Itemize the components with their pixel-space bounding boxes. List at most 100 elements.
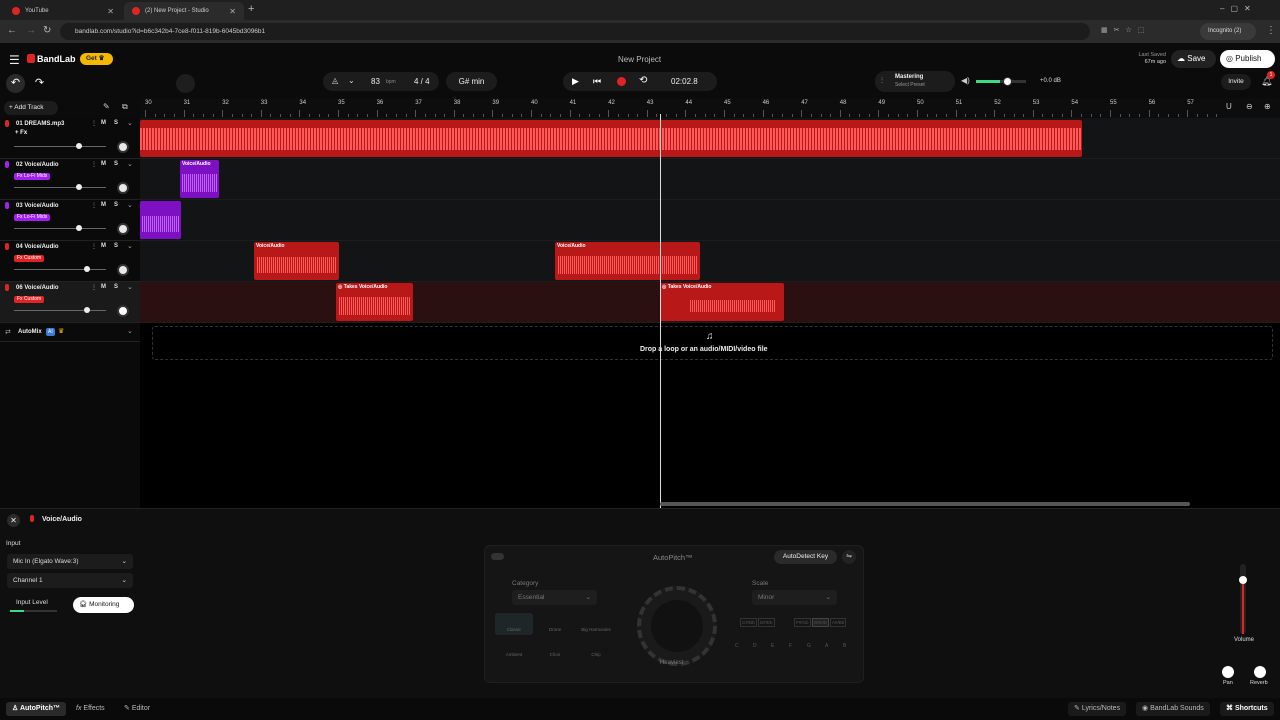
mute-button[interactable]: M xyxy=(101,243,106,249)
chevron-down-icon[interactable]: ⌄ xyxy=(127,242,133,250)
track-volume-knob[interactable] xyxy=(76,184,82,190)
chevron-down-icon[interactable]: ⌄ xyxy=(348,76,355,85)
key-b[interactable]: B xyxy=(843,643,846,649)
input-device-select[interactable]: Mic In (Elgato Wave:3) ⌄ xyxy=(7,554,133,569)
tab-youtube[interactable]: YouTube ✕ xyxy=(4,2,122,20)
shortcuts-button[interactable]: ⌘ Shortcuts xyxy=(1220,702,1274,716)
track-options-icon[interactable]: ⋮ xyxy=(91,161,97,168)
preset-chip[interactable]: Chip xyxy=(577,638,615,660)
key-c[interactable]: C xyxy=(735,643,739,649)
channel-select[interactable]: Channel 1 ⌄ xyxy=(7,573,133,588)
preset-classic[interactable]: Classic xyxy=(495,613,533,635)
master-volume-knob[interactable] xyxy=(1003,77,1012,86)
metronome-icon[interactable]: ◬ xyxy=(332,76,338,85)
mastering-button[interactable]: ⫶ Mastering Select Preset xyxy=(875,71,955,92)
track-name[interactable]: 01 DREAMS.mp3 xyxy=(16,121,64,127)
track-name[interactable]: 02 Voice/Audio xyxy=(16,162,59,168)
key-a[interactable]: A xyxy=(825,643,828,649)
lane-4[interactable]: Voice/Audio Voice/Audio xyxy=(140,241,1280,282)
zoom-out-icon[interactable]: ⊖ xyxy=(1246,102,1253,111)
timeline-ruler[interactable]: 30 31 32 33 34 35 36 37 38 39 40 41 42 43 44 45 46 47 48 49… xyxy=(140,98,1280,118)
audio-clip[interactable]: Voice/Audio xyxy=(180,160,219,198)
fx-tag[interactable]: Fx Custom xyxy=(14,255,45,262)
track-volume-slider[interactable] xyxy=(14,307,106,313)
fx-tag[interactable]: Fx Lo-Fi Mids xyxy=(14,214,51,221)
fx-tag[interactable]: Fx Custom xyxy=(14,296,45,303)
track-options-icon[interactable]: ⋮ xyxy=(91,284,97,291)
hamburger-menu-icon[interactable]: ☰ xyxy=(9,53,20,67)
audio-clip[interactable]: Voice/Audio xyxy=(555,242,700,280)
record-icon[interactable] xyxy=(617,77,626,86)
solo-button[interactable]: S xyxy=(114,243,118,249)
track-pan-knob[interactable] xyxy=(117,141,129,153)
key-fs[interactable]: F#/Gb xyxy=(794,618,811,627)
project-title[interactable]: New Project xyxy=(618,55,661,64)
mute-button[interactable]: M xyxy=(101,284,106,290)
back-icon[interactable]: ← xyxy=(7,25,17,36)
track-volume-slider[interactable] xyxy=(14,225,106,231)
master-volume-icon[interactable]: ◀) xyxy=(961,76,970,85)
automix-row[interactable]: ⇄ AutoMix AI ♛ ⌄ xyxy=(0,324,140,342)
tab-autopitch[interactable]: ♙ AutoPitch™ xyxy=(6,702,67,716)
autopitch-knob[interactable] xyxy=(637,586,717,666)
skip-back-icon[interactable]: ⏮ xyxy=(593,76,601,87)
horizontal-scrollbar[interactable] xyxy=(660,502,1190,506)
category-select[interactable]: Essential ⌄ xyxy=(512,590,597,605)
preset-drone[interactable]: Drone xyxy=(536,613,574,635)
volume-knob[interactable] xyxy=(1239,576,1247,584)
lane-3[interactable] xyxy=(140,200,1280,241)
chevron-down-icon[interactable]: ⌄ xyxy=(127,160,133,168)
audio-clip-takes[interactable]: ◎ Takes Voice/Audio xyxy=(336,283,413,321)
solo-button[interactable]: S xyxy=(114,161,118,167)
key-as[interactable]: A#/Bb xyxy=(830,618,847,627)
timeline-area[interactable]: Voice/Audio Voice/Audio Voice/Audio ◎ Ta… xyxy=(140,118,1280,508)
autodetect-key-button[interactable]: AutoDetect Key xyxy=(774,550,837,564)
url-input[interactable]: bandlab.com/studio?id=b6c342b4-7ce8-f011… xyxy=(60,23,1090,40)
mute-button[interactable]: M xyxy=(101,161,106,167)
metronome-off-icon[interactable] xyxy=(176,74,195,93)
key-selector[interactable]: G# min xyxy=(446,72,497,91)
track-pan-knob[interactable] xyxy=(117,264,129,276)
track-volume-knob[interactable] xyxy=(84,266,90,272)
track-row[interactable]: 04 Voice/Audio ⋮ M S ⌄ Fx Custom xyxy=(0,241,140,282)
settings-sliders-icon[interactable]: ⇋ xyxy=(842,550,856,564)
chromatic-keys-top[interactable]: C#/Db D#/Eb F#/Gb G#/Ab A#/Bb xyxy=(740,618,850,632)
track-volume-slider[interactable] xyxy=(14,143,106,149)
solo-button[interactable]: S xyxy=(114,202,118,208)
key-e[interactable]: E xyxy=(771,643,774,649)
add-track-button[interactable]: + Add Track xyxy=(4,101,58,115)
preset-big-harmonies[interactable]: Big Harmonies xyxy=(577,613,615,635)
track-volume-knob[interactable] xyxy=(76,225,82,231)
preset-ambient[interactable]: Ambient xyxy=(495,638,533,660)
chevron-down-icon[interactable]: ⌄ xyxy=(127,119,133,127)
track-options-icon[interactable]: ⋮ xyxy=(91,243,97,250)
track-volume-slider[interactable] xyxy=(14,266,106,272)
tab-bandlab[interactable]: (2) New Project - Studio ✕ xyxy=(124,2,244,20)
tab-effects[interactable]: fx Effects xyxy=(70,702,111,716)
mute-button[interactable]: M xyxy=(101,202,106,208)
zoom-in-icon[interactable]: ⊕ xyxy=(1264,102,1271,111)
track-name[interactable]: 06 Voice/Audio xyxy=(16,285,59,291)
loop-icon[interactable]: ⟲ xyxy=(639,75,647,86)
tab-editor[interactable]: ✎ Editor xyxy=(118,702,156,716)
lane-1[interactable] xyxy=(140,118,1280,159)
chevron-down-icon[interactable]: ⌄ xyxy=(127,283,133,291)
key-cs[interactable]: C#/Db xyxy=(740,618,757,627)
scale-select[interactable]: Minor ⌄ xyxy=(752,590,837,605)
tab-bandlab-sounds[interactable]: ◉ BandLab Sounds xyxy=(1136,702,1210,716)
close-editor-icon[interactable]: ✕ xyxy=(7,514,20,527)
play-icon[interactable]: ▶ xyxy=(572,76,579,87)
key-d[interactable]: D xyxy=(753,643,757,649)
track-options-icon[interactable]: ⋮ xyxy=(91,202,97,209)
key-f[interactable]: F xyxy=(789,643,792,649)
lane-2[interactable]: Voice/Audio xyxy=(140,159,1280,200)
track-pan-knob[interactable] xyxy=(117,223,129,235)
track-row[interactable]: 02 Voice/Audio ⋮ M S ⌄ Fx Lo-Fi Mids xyxy=(0,159,140,200)
key-g[interactable]: G xyxy=(807,643,811,649)
audio-clip-dreams[interactable] xyxy=(140,120,1082,157)
track-row[interactable]: 03 Voice/Audio ⋮ M S ⌄ Fx Lo-Fi Mids xyxy=(0,200,140,241)
close-icon[interactable]: ✕ xyxy=(107,7,114,16)
publish-button[interactable]: ◎ Publish xyxy=(1220,50,1275,68)
track-volume-knob[interactable] xyxy=(76,143,82,149)
redo-icon[interactable]: ↷ xyxy=(30,74,49,93)
